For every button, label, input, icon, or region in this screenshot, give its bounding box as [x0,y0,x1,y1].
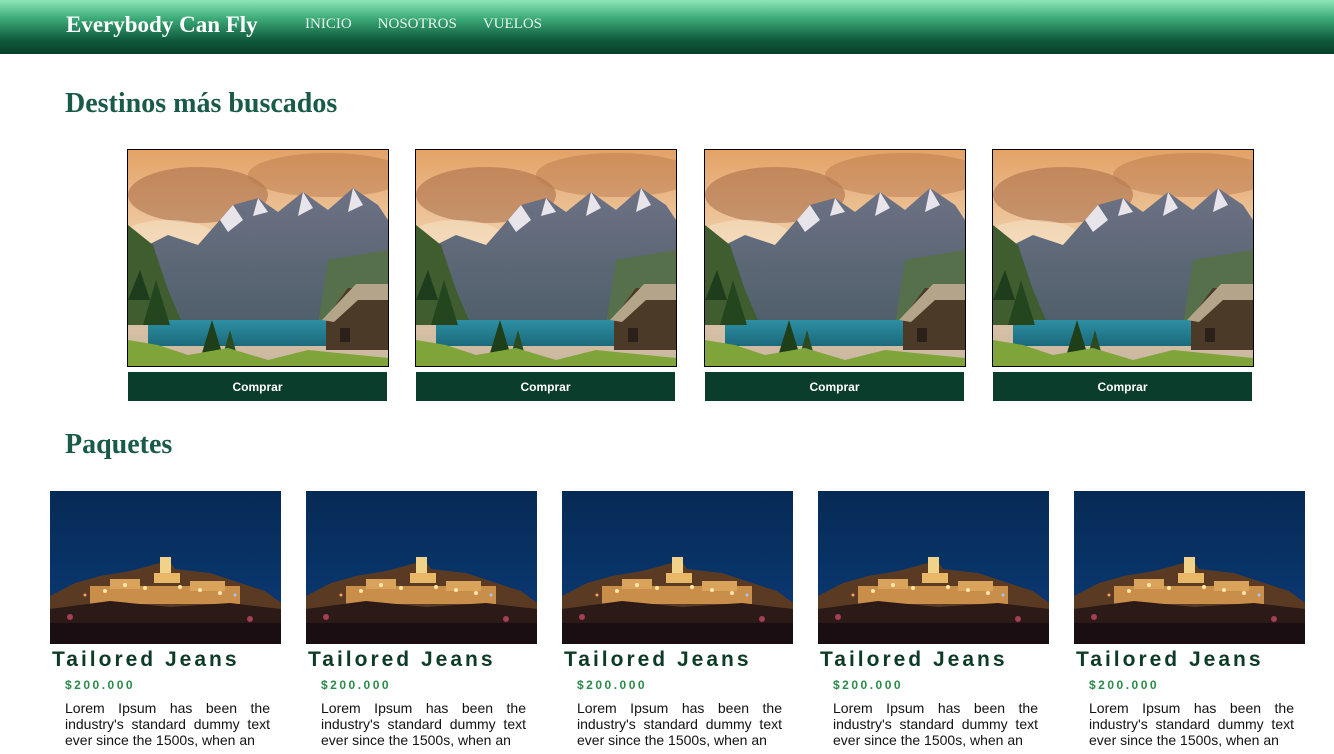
top-navbar: Everybody Can Fly INICIO NOSOTROS VUELOS [0,0,1334,54]
package-description: Lorem Ipsum has been the industry's stan… [577,700,782,748]
package-title: Tailored Jeans [564,648,752,671]
destination-card: Comprar [415,149,677,401]
section-title-destinos: Destinos más buscados [65,88,338,119]
package-card: Tailored Jeans $200.000 Lorem Ipsum has … [50,491,281,748]
package-card: Tailored Jeans $200.000 Lorem Ipsum has … [562,491,793,748]
night-village-photo[interactable] [562,491,793,644]
comprar-button[interactable]: Comprar [128,372,387,401]
nav-link-vuelos[interactable]: VUELOS [483,16,542,33]
package-description: Lorem Ipsum has been the industry's stan… [1089,700,1294,748]
comprar-button[interactable]: Comprar [705,372,964,401]
night-village-photo[interactable] [818,491,1049,644]
package-price: $200.000 [321,678,392,692]
package-card: Tailored Jeans $200.000 Lorem Ipsum has … [1074,491,1305,748]
mountain-lake-photo [127,149,389,367]
comprar-button[interactable]: Comprar [993,372,1252,401]
brand-logo-text[interactable]: Everybody Can Fly [66,12,258,38]
package-title: Tailored Jeans [820,648,1008,671]
package-price: $200.000 [833,678,904,692]
package-card: Tailored Jeans $200.000 Lorem Ipsum has … [306,491,537,748]
package-description: Lorem Ipsum has been the industry's stan… [321,700,526,748]
package-price: $200.000 [1089,678,1160,692]
night-village-photo[interactable] [306,491,537,644]
mountain-lake-photo [415,149,677,367]
package-title: Tailored Jeans [308,648,496,671]
mountain-lake-photo [704,149,966,367]
package-price: $200.000 [577,678,648,692]
destination-card: Comprar [704,149,966,401]
destination-card: Comprar [127,149,389,401]
night-village-photo[interactable] [1074,491,1305,644]
destination-card: Comprar [992,149,1254,401]
nav-link-inicio[interactable]: INICIO [305,16,352,33]
package-price: $200.000 [65,678,136,692]
section-title-paquetes: Paquetes [65,429,173,460]
package-title: Tailored Jeans [52,648,240,671]
nav-link-nosotros[interactable]: NOSOTROS [378,16,457,33]
night-village-photo[interactable] [50,491,281,644]
package-description: Lorem Ipsum has been the industry's stan… [833,700,1038,748]
package-description: Lorem Ipsum has been the industry's stan… [65,700,270,748]
package-card: Tailored Jeans $200.000 Lorem Ipsum has … [818,491,1049,748]
package-title: Tailored Jeans [1076,648,1264,671]
comprar-button[interactable]: Comprar [416,372,675,401]
mountain-lake-photo [992,149,1254,367]
nav-links: INICIO NOSOTROS VUELOS [305,16,542,33]
